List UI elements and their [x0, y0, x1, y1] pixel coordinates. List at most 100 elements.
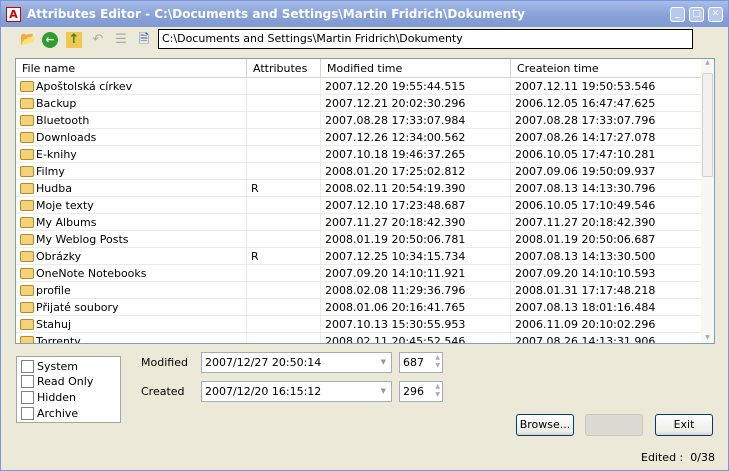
attributes-cell: [247, 146, 321, 163]
folder-icon: [20, 115, 34, 126]
cell-text: 2007.12.10 17:23:48.687: [325, 199, 466, 212]
disabled-button[interactable]: [585, 414, 643, 436]
creation-time-cell: 2006.10.05 17:10:49.546: [511, 197, 702, 214]
undo-icon[interactable]: ↶: [90, 32, 106, 48]
cell-text: 2007.09.06 19:50:09.937: [515, 165, 656, 178]
folder-icon: [20, 251, 34, 262]
created-datetime-picker[interactable]: 2007/12/20 16:15:12 ▼: [201, 381, 392, 402]
document-icon[interactable]: 🗎: [136, 32, 152, 48]
cell-text: 2008.01.06 20:16:41.765: [325, 301, 466, 314]
folder-icon: [20, 268, 34, 279]
cell-text: 2008.01.20 17:25:02.812: [325, 165, 466, 178]
cell-text: 2007.11.27 20:18:42.390: [325, 216, 466, 229]
created-ms-spinner[interactable]: 296 ▲ ▼: [399, 381, 443, 402]
modified-ms-value: 687: [403, 356, 424, 369]
cell-text: 2007.09.20 14:10:10.593: [515, 267, 656, 280]
browse-button[interactable]: Browse...: [516, 414, 574, 436]
file-name-cell: Filmy: [16, 163, 247, 180]
table-row[interactable]: profile 2008.02.08 11:29:36.796 2008.01.31…: [16, 282, 702, 299]
table-row[interactable]: My Albums 2007.11.27 20:18:42.390 2007.11.…: [16, 214, 702, 231]
modified-time-cell: 2007.12.26 12:34:00.562: [321, 129, 511, 146]
cell-text: 2007.08.28 17:33:07.984: [325, 114, 466, 127]
file-name-cell: My Albums: [16, 214, 247, 231]
table-row[interactable]: Přijaté soubory 2008.01.06 20:16:41.765 20…: [16, 299, 702, 316]
table-row[interactable]: Bluetooth 2007.08.28 17:33:07.984 2007.08.…: [16, 112, 702, 129]
attributes-cell: [247, 214, 321, 231]
scroll-thumb[interactable]: [702, 73, 713, 177]
column-creation-time[interactable]: Createion time: [511, 59, 702, 78]
cell-text: 2007.08.13 14:13:30.500: [515, 250, 656, 263]
folder-icon: [20, 200, 34, 211]
path-input[interactable]: C:\Documents and Settings\Martin Fridric…: [158, 29, 693, 49]
close-button[interactable]: ✕: [708, 7, 723, 22]
file-name-cell: Obrázky: [16, 248, 247, 265]
table-row[interactable]: OneNote Notebooks 2007.09.20 14:10:11.921…: [16, 265, 702, 282]
back-icon[interactable]: ←: [42, 32, 58, 48]
modified-datetime-picker[interactable]: 2007/12/27 20:50:14 ▼: [201, 352, 392, 373]
hidden-checkbox[interactable]: Hidden: [20, 390, 76, 406]
scroll-up-arrow[interactable]: ▲: [701, 59, 714, 66]
creation-time-cell: 2007.09.20 14:10:10.593: [511, 265, 702, 282]
modified-time-cell: 2007.12.20 19:55:44.515: [321, 78, 511, 95]
archive-checkbox[interactable]: Archive: [20, 406, 78, 422]
folder-icon: [20, 81, 34, 92]
spinner-arrows-icon[interactable]: ▲ ▼: [435, 354, 440, 370]
table-row[interactable]: Obrázky R 2007.12.25 10:34:15.734 2007.08.1…: [16, 248, 702, 265]
dropdown-arrow-icon[interactable]: ▼: [381, 353, 386, 372]
list-view-icon[interactable]: ☰: [113, 32, 129, 48]
column-modified-time[interactable]: Modified time: [321, 59, 511, 78]
file-name-cell: My Weblog Posts: [16, 231, 247, 248]
table-row[interactable]: Hudba R 2008.02.11 20:54:19.390 2007.08.13 …: [16, 180, 702, 197]
table-row[interactable]: Moje texty 2007.12.10 17:23:48.687 2006.10…: [16, 197, 702, 214]
file-name-cell: Downloads: [16, 129, 247, 146]
table-row[interactable]: Backup 2007.12.21 20:02:30.296 2006.12.05 …: [16, 95, 702, 112]
creation-time-cell: 2006.11.09 20:10:02.296: [511, 316, 702, 333]
read-only-checkbox[interactable]: Read Only: [20, 374, 93, 390]
cell-text: Downloads: [36, 131, 97, 144]
cell-text: 2007.12.21 20:02:30.296: [325, 97, 466, 110]
scroll-down-arrow[interactable]: ▼: [701, 334, 714, 341]
table-row[interactable]: E-knihy 2007.10.18 19:46:37.265 2006.10.05…: [16, 146, 702, 163]
file-name-cell: profile: [16, 282, 247, 299]
folder-icon: [20, 319, 34, 330]
modified-time-cell: 2008.01.19 20:50:06.781: [321, 231, 511, 248]
table-row[interactable]: Downloads 2007.12.26 12:34:00.562 2007.08.…: [16, 129, 702, 146]
dropdown-arrow-icon[interactable]: ▼: [381, 382, 386, 401]
modified-time-cell: 2008.01.20 17:25:02.812: [321, 163, 511, 180]
table-row[interactable]: My Weblog Posts 2008.01.19 20:50:06.781 20…: [16, 231, 702, 248]
modified-time-cell: 2008.02.11 20:54:19.390: [321, 180, 511, 197]
table-row[interactable]: Torrenty 2008.02.11 20:45:52.546 2007.08.2…: [16, 333, 702, 343]
file-name-cell: Bluetooth: [16, 112, 247, 129]
window-title: Attributes Editor - C:\Documents and Set…: [27, 7, 525, 21]
created-value: 2007/12/20 16:15:12: [205, 385, 322, 398]
cell-text: 2006.10.05 17:47:10.281: [515, 148, 656, 161]
cell-text: 2007.12.25 10:34:15.734: [325, 250, 466, 263]
minimize-button[interactable]: _: [670, 7, 685, 22]
file-list[interactable]: File name Attributes Modified time Creat…: [15, 58, 715, 344]
spinner-arrows-icon[interactable]: ▲ ▼: [435, 383, 440, 399]
system-label: System: [37, 360, 79, 373]
system-checkbox[interactable]: System: [20, 359, 78, 375]
cell-text: E-knihy: [36, 148, 77, 161]
cell-text: 2007.08.13 14:13:30.796: [515, 182, 656, 195]
folder-icon: [20, 149, 34, 160]
column-file-name[interactable]: File name: [16, 59, 247, 78]
cell-text: 2007.10.18 19:46:37.265: [325, 148, 466, 161]
creation-time-cell: 2008.01.19 20:50:06.687: [511, 231, 702, 248]
column-attributes[interactable]: Attributes: [247, 59, 321, 78]
attributes-cell: [247, 197, 321, 214]
exit-button[interactable]: Exit: [655, 414, 713, 436]
table-row[interactable]: Stahuj 2007.10.13 15:30:55.953 2006.11.09 …: [16, 316, 702, 333]
open-folder-icon[interactable]: 📂: [20, 32, 36, 48]
vertical-scrollbar[interactable]: ▲ ▼: [701, 59, 714, 343]
hidden-label: Hidden: [37, 391, 77, 404]
table-row[interactable]: Filmy 2008.01.20 17:25:02.812 2007.09.06 1…: [16, 163, 702, 180]
table-row[interactable]: Apoštolská církev 2007.12.20 19:55:44.515…: [16, 78, 702, 95]
attributes-cell: [247, 265, 321, 282]
creation-time-cell: 2007.08.26 14:13:31.906: [511, 333, 702, 343]
modified-ms-spinner[interactable]: 687 ▲ ▼: [399, 352, 443, 373]
maximize-button[interactable]: □: [689, 7, 704, 22]
modified-time-cell: 2007.12.10 17:23:48.687: [321, 197, 511, 214]
up-folder-icon[interactable]: ↑: [66, 32, 82, 48]
modified-time-cell: 2007.10.18 19:46:37.265: [321, 146, 511, 163]
